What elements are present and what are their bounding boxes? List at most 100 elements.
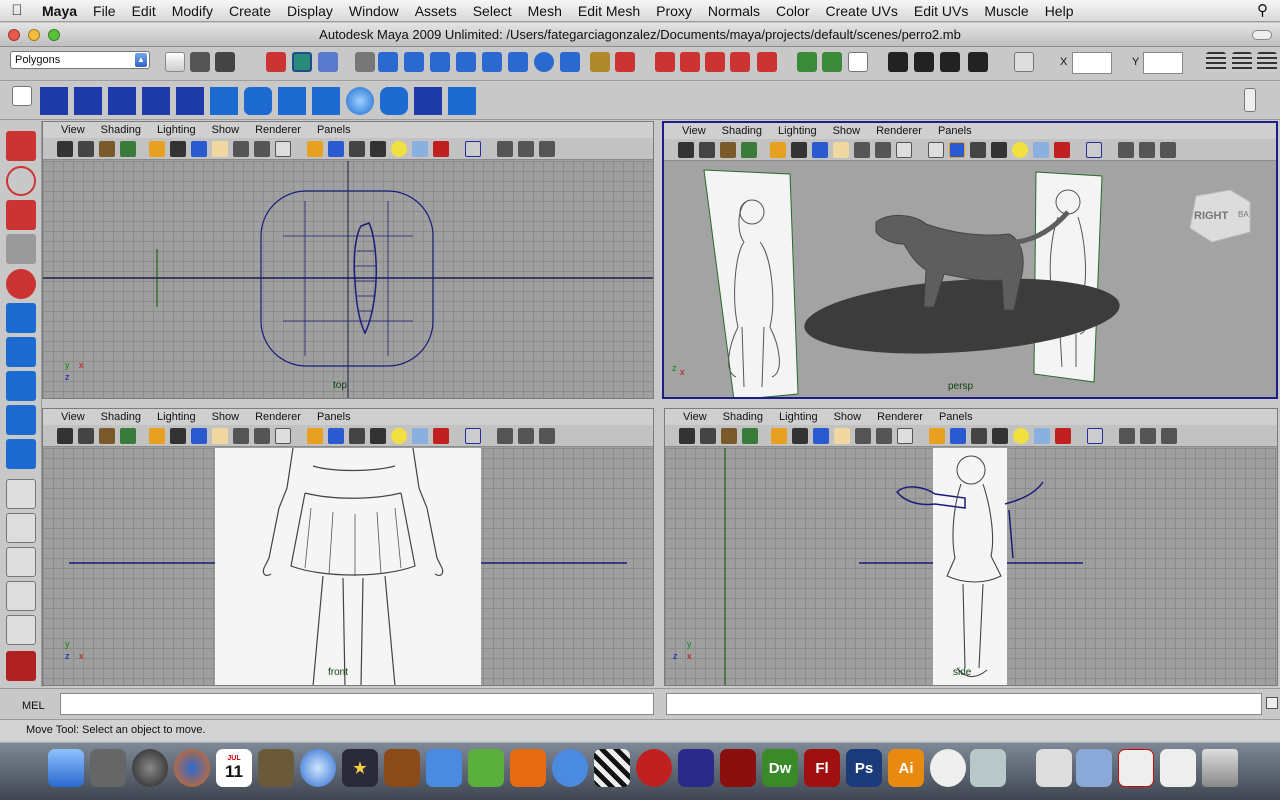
hud-icon[interactable] (1119, 428, 1135, 444)
xray-icon[interactable] (1033, 142, 1049, 158)
grid-toggle-icon[interactable] (770, 142, 786, 158)
viewcube-back[interactable]: BA (1238, 210, 1249, 219)
lock-icon[interactable] (590, 52, 610, 72)
resolution-gate-icon[interactable] (813, 428, 829, 444)
xray-icon[interactable] (412, 141, 428, 157)
safe-action-icon[interactable] (876, 428, 892, 444)
panel-menu-show[interactable]: Show (212, 409, 240, 425)
gear-app-icon[interactable] (930, 749, 966, 787)
hud-icon[interactable] (1118, 142, 1134, 158)
xray-joints-icon[interactable] (1054, 142, 1070, 158)
grid-toggle-icon[interactable] (149, 428, 165, 444)
render-settings-icon[interactable] (848, 52, 868, 72)
numbers-icon[interactable] (468, 749, 504, 787)
safe-title-icon[interactable] (897, 428, 913, 444)
viewport-top[interactable]: y x z top (43, 161, 653, 398)
input-icon[interactable] (705, 52, 725, 72)
toolbar-toggle-button[interactable] (1252, 30, 1272, 40)
panel-menu-view[interactable]: View (61, 409, 85, 425)
spotlight-icon[interactable]: ⚲ (1257, 1, 1268, 19)
viewport-front[interactable]: y z x front (43, 448, 653, 685)
xray-joints-icon[interactable] (433, 141, 449, 157)
panel-menu-panels[interactable]: Panels (938, 123, 972, 139)
clapper-icon[interactable] (888, 52, 908, 72)
menu-mesh[interactable]: Mesh (520, 0, 570, 22)
safe-action-icon[interactable] (875, 142, 891, 158)
snap-live-icon[interactable] (482, 52, 502, 72)
isolate-select-icon[interactable] (465, 428, 481, 444)
share-icon[interactable] (1161, 428, 1177, 444)
panel-menu-view[interactable]: View (61, 122, 85, 138)
image-plane-icon[interactable] (120, 428, 136, 444)
paint-select-icon[interactable] (6, 200, 36, 230)
wire-on-shaded-icon[interactable] (970, 142, 986, 158)
itunes-icon[interactable] (300, 749, 336, 787)
firefox-icon[interactable] (174, 749, 210, 787)
last-tool-icon[interactable] (6, 439, 36, 469)
rotate-tool-icon[interactable] (6, 269, 36, 299)
panel-menu-lighting[interactable]: Lighting (778, 123, 817, 139)
xray-icon[interactable] (1034, 428, 1050, 444)
magnet-icon[interactable] (757, 52, 777, 72)
panel-menu-shading[interactable]: Shading (723, 409, 763, 425)
panel-menu-panels[interactable]: Panels (939, 409, 973, 425)
camera-icon[interactable] (679, 428, 695, 444)
film-gate-icon[interactable] (170, 141, 186, 157)
smooth-shade-icon[interactable] (949, 142, 965, 158)
menu-select[interactable]: Select (465, 0, 520, 22)
smooth-shade-icon[interactable] (328, 141, 344, 157)
text-file-icon[interactable] (1160, 749, 1196, 787)
open-scene-icon[interactable] (190, 52, 210, 72)
smooth-shade-icon[interactable] (950, 428, 966, 444)
menu-edit[interactable]: Edit (124, 0, 164, 22)
soft-mod-icon[interactable] (6, 371, 36, 401)
iweb-icon[interactable] (426, 749, 462, 787)
panel-menu-lighting[interactable]: Lighting (157, 409, 196, 425)
panel-menu-show[interactable]: Show (212, 122, 240, 138)
camera-attr-icon[interactable] (78, 428, 94, 444)
scale-tool-icon[interactable] (6, 303, 36, 333)
document-stack-icon[interactable] (970, 749, 1006, 787)
menu-color[interactable]: Color (768, 0, 817, 22)
panel-menu-shading[interactable]: Shading (101, 409, 141, 425)
menu-set-select[interactable]: Polygons ▲ (10, 51, 150, 69)
isolate-select-icon[interactable] (1087, 428, 1103, 444)
safe-title-icon[interactable] (275, 141, 291, 157)
input-line-icon[interactable] (1014, 52, 1034, 72)
bookmark-icon[interactable] (721, 428, 737, 444)
help-question-icon[interactable] (560, 52, 580, 72)
flash-player-icon[interactable] (636, 749, 672, 787)
camera-attr-icon[interactable] (78, 141, 94, 157)
xray-joints-icon[interactable] (1055, 428, 1071, 444)
mel-label[interactable]: MEL (22, 700, 45, 712)
panel-menu-view[interactable]: View (682, 123, 706, 139)
universal-manip-icon[interactable] (6, 337, 36, 367)
garageband-icon[interactable] (384, 749, 420, 787)
move-tool-icon[interactable] (6, 234, 36, 264)
shelf-tab-icon[interactable] (12, 86, 32, 106)
xray-icon[interactable] (412, 428, 428, 444)
gate-mask-icon[interactable] (212, 141, 228, 157)
viewcube-right[interactable]: RIGHT (1194, 210, 1228, 222)
dreamweaver-icon[interactable]: Dw (762, 749, 798, 787)
textured-icon[interactable] (370, 141, 386, 157)
share-icon[interactable] (539, 428, 555, 444)
wireframe-icon[interactable] (929, 428, 945, 444)
isolate-select-icon[interactable] (465, 141, 481, 157)
menu-normals[interactable]: Normals (700, 0, 768, 22)
gate-mask-icon[interactable] (834, 428, 850, 444)
script-editor-icon[interactable] (1266, 697, 1278, 709)
snap-point-icon[interactable] (430, 52, 450, 72)
panel-menu-shading[interactable]: Shading (722, 123, 762, 139)
poly-cylinder-icon[interactable] (244, 87, 272, 115)
share-icon[interactable] (1160, 142, 1176, 158)
film-gate-icon[interactable] (792, 428, 808, 444)
imovie-star-icon[interactable]: ★ (342, 749, 378, 787)
menu-create-uvs[interactable]: Create UVs (818, 0, 906, 22)
panel-front[interactable]: View Shading Lighting Show Renderer Pane… (42, 408, 654, 686)
panel-menu-renderer[interactable]: Renderer (255, 409, 301, 425)
smooth-shade-icon[interactable] (328, 428, 344, 444)
construction-icon[interactable] (680, 52, 700, 72)
poly-extrude-icon[interactable] (142, 87, 170, 115)
bookmark-icon[interactable] (99, 428, 115, 444)
